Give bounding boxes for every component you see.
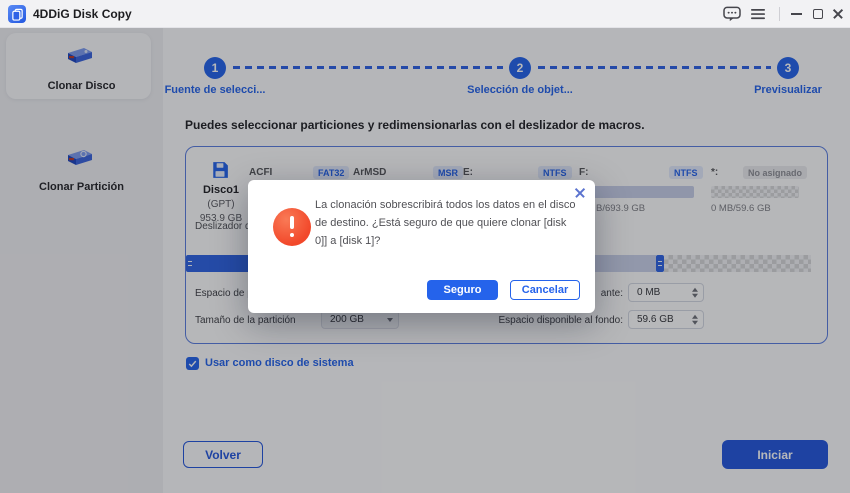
cancel-button[interactable]: Cancelar [510, 280, 580, 300]
feedback-chat-icon[interactable] [722, 0, 742, 28]
app-window: 4DDiG Disk Copy Clonar Disco Clonar Part… [0, 0, 850, 493]
app-title: 4DDiG Disk Copy [33, 7, 132, 21]
close-button[interactable] [828, 0, 848, 28]
dialog-message: La clonación sobrescribirá todos los dat… [315, 199, 576, 248]
warning-icon [273, 208, 311, 246]
titlebar-divider [779, 7, 780, 21]
minimize-icon [790, 13, 802, 15]
warning-exclamation-bar [290, 216, 294, 229]
app-logo-icon [8, 5, 26, 23]
warning-exclamation-dot [290, 233, 294, 237]
maximize-icon [813, 9, 823, 19]
confirm-button[interactable]: Seguro [427, 280, 498, 300]
menu-icon[interactable] [748, 0, 768, 28]
close-icon [832, 8, 844, 20]
titlebar: 4DDiG Disk Copy [0, 0, 850, 28]
confirm-dialog: La clonación sobrescribirá todos los dat… [248, 180, 595, 313]
minimize-button[interactable] [786, 0, 806, 28]
maximize-button[interactable] [808, 0, 828, 28]
